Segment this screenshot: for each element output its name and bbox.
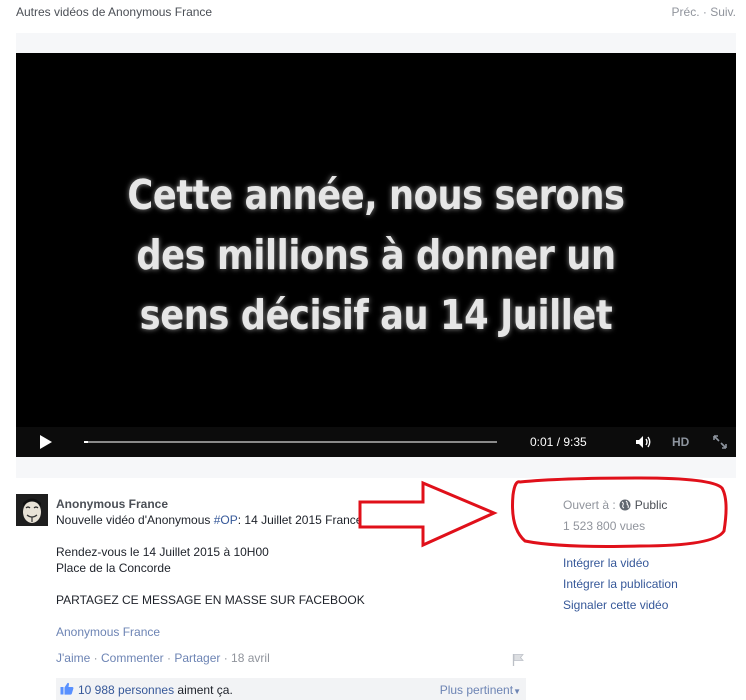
comment-sort-dropdown[interactable]: Plus pertinent▼ (440, 683, 521, 697)
progress-bar[interactable] (84, 441, 497, 443)
comment-link[interactable]: Commenter (101, 651, 164, 665)
share-link[interactable]: Partager (174, 651, 220, 665)
next-link[interactable]: Suiv. (710, 5, 736, 19)
hd-toggle[interactable]: HD (672, 435, 689, 449)
report-video-link[interactable]: Signaler cette vidéo (563, 598, 668, 612)
globe-icon (619, 499, 631, 511)
message-suffix: : 14 Juillet 2015 France (237, 513, 363, 527)
flag-icon[interactable] (512, 653, 524, 666)
action-separator: · (163, 651, 175, 665)
caption-line-3: sens décisif au 14 Juillet (139, 291, 613, 339)
likes-bar: 10 988 personnes aiment ça. Plus pertine… (56, 678, 526, 700)
post-line-share: PARTAGEZ CE MESSAGE EN MASSE SUR FACEBOO… (56, 593, 365, 607)
thumbs-up-icon (60, 682, 74, 695)
fullscreen-icon[interactable] (712, 434, 728, 450)
audience-label: Ouvert à : (563, 498, 616, 512)
privacy-value[interactable]: Public (635, 498, 668, 512)
likes-suffix: aiment ça. (174, 683, 233, 697)
red-circle-annotation (511, 476, 728, 548)
likes-count-link[interactable]: 10 988 personnes (78, 683, 174, 697)
volume-icon[interactable] (635, 435, 653, 449)
post-date[interactable]: 18 avril (231, 651, 270, 665)
time-display: 0:01 / 9:35 (530, 435, 587, 449)
video-controls: 0:01 / 9:35 HD (16, 427, 736, 457)
like-link[interactable]: J'aime (56, 651, 90, 665)
post-line-place: Place de la Concorde (56, 561, 171, 575)
message-prefix: Nouvelle vidéo d'Anonymous (56, 513, 214, 527)
sort-label: Plus pertinent (439, 683, 514, 697)
prev-link[interactable]: Préc. (672, 5, 700, 19)
likes-summary: 10 988 personnes aiment ça. (78, 683, 233, 697)
nav-separator: · (699, 5, 711, 19)
video-navigation: Préc. · Suiv. (672, 5, 736, 19)
hashtag-link[interactable]: #OP (214, 513, 238, 527)
video-player[interactable]: Cette année, nous serons des millions à … (16, 53, 736, 457)
play-icon[interactable] (40, 435, 52, 449)
caption-line-1: Cette année, nous serons (127, 171, 625, 219)
chevron-down-icon: ▼ (513, 687, 521, 696)
embed-video-link[interactable]: Intégrer la vidéo (563, 556, 649, 570)
red-arrow-annotation (358, 480, 498, 548)
top-bar: Autres vidéos de Anonymous France Préc. … (16, 5, 736, 21)
video-caption: Cette année, nous serons des millions à … (66, 165, 685, 345)
action-separator: · (90, 651, 101, 665)
caption-line-2: des millions à donner un (136, 231, 616, 279)
guy-fawkes-mask-icon (16, 494, 48, 526)
audience-info: Ouvert à : Public (563, 498, 667, 512)
progress-fill (84, 441, 89, 443)
post-message: Nouvelle vidéo d'Anonymous #OP: 14 Juill… (56, 513, 362, 527)
view-count: 1 523 800 vues (563, 519, 646, 533)
more-videos-title[interactable]: Autres vidéos de Anonymous France (16, 5, 212, 19)
post-line-rdv: Rendez-vous le 14 Juillet 2015 à 10H00 (56, 545, 269, 559)
avatar[interactable] (16, 494, 48, 526)
post-signature[interactable]: Anonymous France (56, 625, 160, 639)
page-name[interactable]: Anonymous France (56, 497, 168, 511)
post-actions: J'aime · Commenter · Partager · 18 avril (56, 651, 270, 665)
action-separator: · (220, 651, 232, 665)
embed-post-link[interactable]: Intégrer la publication (563, 577, 678, 591)
